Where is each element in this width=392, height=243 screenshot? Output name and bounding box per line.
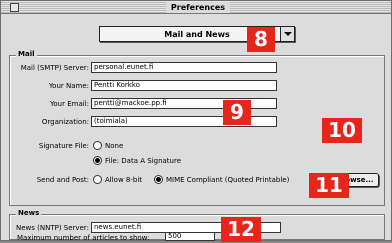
- smtp-server-field[interactable]: personal.eunet.fi: [91, 62, 277, 73]
- signature-none-radio[interactable]: [93, 141, 102, 150]
- preferences-window: Preferences Mail and News Mail Mail (SMT…: [0, 0, 392, 242]
- callout-9: 9: [223, 100, 251, 125]
- your-name-label: Your Name:: [48, 82, 89, 90]
- signature-file-label: Signature File:: [38, 142, 89, 150]
- news-group-title: News: [16, 209, 42, 217]
- mime-compliant-label: MIME Compliant (Quoted Printable): [166, 176, 290, 184]
- smtp-server-label: Mail (SMTP) Server:: [20, 64, 89, 72]
- signature-file-option-label: File: Data A Signature: [105, 157, 182, 165]
- max-articles-field[interactable]: 500: [165, 232, 215, 241]
- callout-8: 8: [247, 27, 275, 52]
- window-title: Preferences: [166, 2, 230, 13]
- callout-12: 12: [221, 217, 261, 242]
- chevron-down-icon: [280, 27, 294, 41]
- callout-10: 10: [322, 118, 362, 143]
- send-and-post-label: Send and Post:: [36, 176, 89, 184]
- mime-compliant-radio[interactable]: [154, 175, 163, 184]
- title-bar[interactable]: Preferences: [1, 1, 391, 14]
- callout-11: 11: [309, 173, 349, 198]
- mail-group-title: Mail: [16, 50, 37, 58]
- max-articles-label: Maximum number of articles to show:: [17, 234, 150, 242]
- organization-label: Organization:: [41, 118, 89, 126]
- your-email-label: Your Email:: [50, 100, 89, 108]
- signature-none-label: None: [105, 142, 124, 150]
- nntp-server-label: News (NNTP) Server:: [16, 224, 89, 232]
- allow-8bit-label: Allow 8-bit: [105, 176, 143, 184]
- your-name-field[interactable]: Pentti Korkko: [91, 80, 277, 91]
- allow-8bit-radio[interactable]: [93, 175, 102, 184]
- signature-file-radio[interactable]: [93, 156, 102, 165]
- close-box[interactable]: [10, 3, 19, 12]
